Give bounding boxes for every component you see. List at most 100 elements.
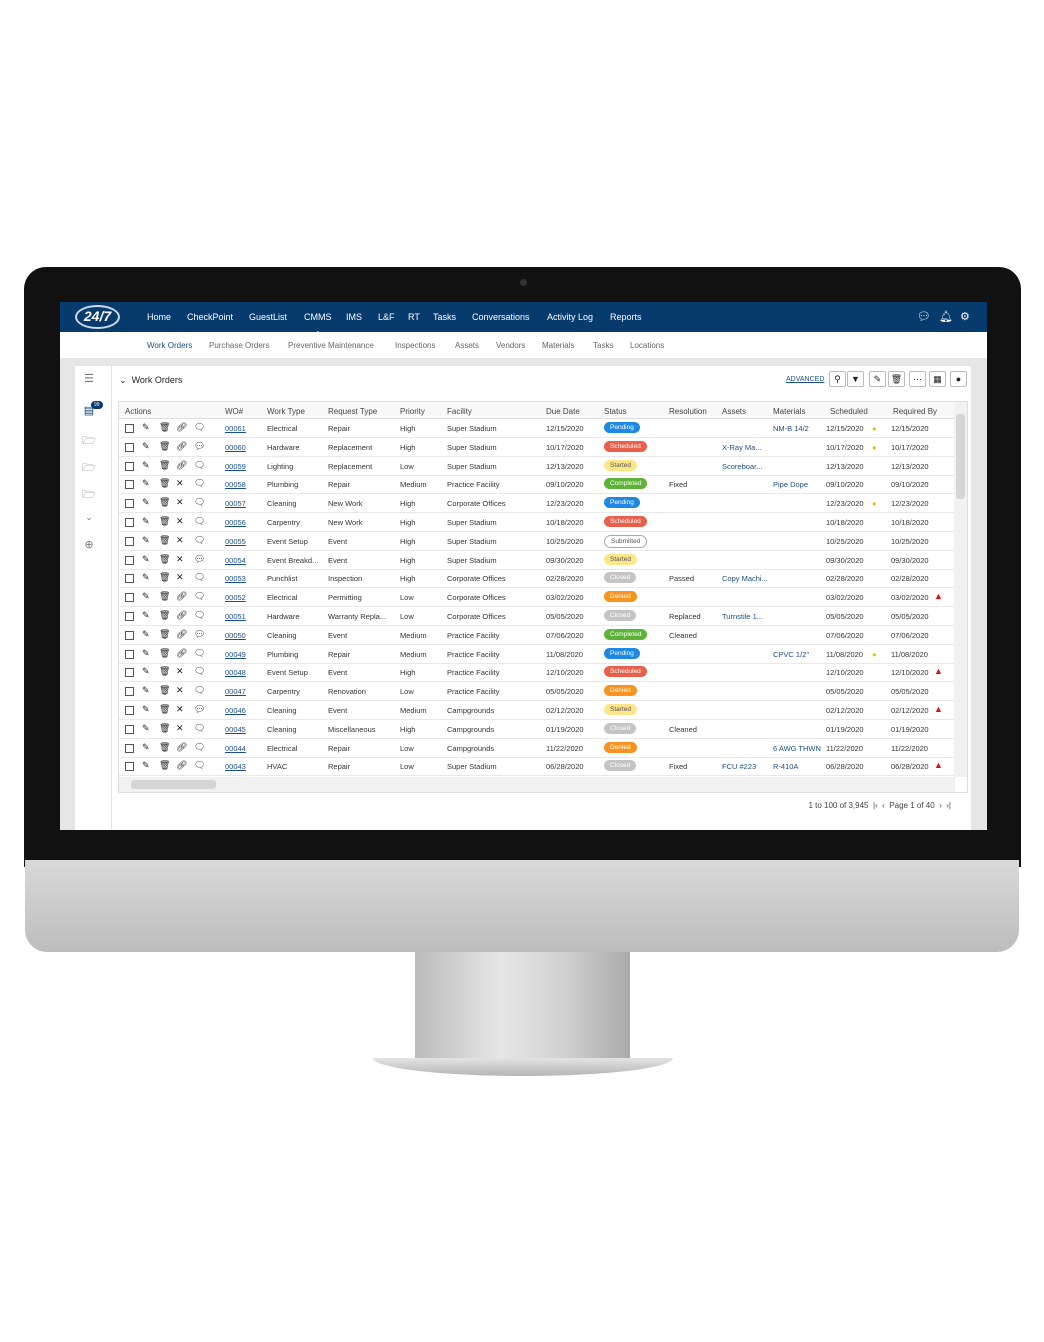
folder-icon[interactable]: 🗁︎	[75, 459, 103, 478]
row-checkbox[interactable]	[125, 574, 134, 584]
unlink-icon[interactable]: ✕	[176, 554, 184, 565]
wo-link[interactable]: 00055	[225, 537, 246, 546]
row-checkbox[interactable]	[125, 762, 134, 772]
unlink-icon[interactable]: ✕	[176, 535, 184, 546]
row-checkbox[interactable]	[125, 612, 134, 621]
edit-icon[interactable]: ✎	[142, 666, 150, 677]
subnav-materials[interactable]: Materials	[542, 341, 574, 350]
subnav-vendors[interactable]: Vendors	[496, 341, 525, 350]
column-header[interactable]: Resolution	[669, 407, 707, 416]
asset-link[interactable]: FCU #223	[722, 762, 756, 771]
wo-link[interactable]: 00045	[225, 725, 246, 734]
advanced-link[interactable]: ADVANCED	[786, 376, 824, 383]
row-checkbox[interactable]	[125, 687, 134, 697]
edit-icon[interactable]: ✎	[142, 610, 150, 621]
add-circle-icon[interactable]: ⊕	[75, 538, 103, 551]
wo-link[interactable]: 00050	[225, 631, 246, 640]
material-link[interactable]: 6 AWG THWN	[773, 744, 821, 753]
menu-icon[interactable]: ☰	[75, 372, 103, 385]
subnav-preventive-maintenance[interactable]: Preventive Maintenance	[288, 341, 374, 350]
trash-icon[interactable]: 🗑︎	[159, 535, 170, 546]
comment-icon[interactable]: 🗨︎	[194, 723, 205, 734]
column-header[interactable]: Priority	[400, 407, 425, 416]
wo-link[interactable]: 00061	[225, 424, 246, 433]
column-header[interactable]: Status	[604, 407, 627, 416]
wo-link[interactable]: 00048	[225, 668, 246, 677]
comment-filled-icon[interactable]: 💬︎	[194, 441, 205, 452]
trash-icon[interactable]: 🗑︎	[159, 723, 170, 734]
nav-activity-log[interactable]: Activity Log	[547, 312, 593, 322]
subnav-tasks[interactable]: Tasks	[593, 341, 613, 350]
wo-link[interactable]: 00052	[225, 593, 246, 602]
row-checkbox[interactable]	[125, 555, 134, 565]
wo-link[interactable]: 00046	[225, 706, 246, 715]
column-header[interactable]: Assets	[722, 407, 746, 416]
edit-icon[interactable]: ✎	[142, 460, 150, 471]
trash-icon[interactable]: 🗑︎	[159, 610, 170, 621]
wo-link[interactable]: 00051	[225, 612, 246, 621]
trash-icon[interactable]: 🗑︎	[159, 704, 170, 715]
trash-icon[interactable]: 🗑︎	[159, 666, 170, 677]
wo-link[interactable]: 00060	[225, 443, 246, 452]
trash-icon[interactable]: 🗑︎	[159, 591, 170, 602]
edit-icon[interactable]: ✎	[142, 685, 150, 696]
chat-icon[interactable]: 💬︎	[917, 310, 931, 323]
edit-icon[interactable]: ✎	[142, 516, 150, 527]
material-link[interactable]: CPVC 1/2"	[773, 650, 809, 659]
calendar-icon[interactable]: ▦	[929, 371, 946, 387]
trash-icon[interactable]: 🗑︎	[159, 629, 170, 640]
trash-icon[interactable]: 🗑︎	[159, 760, 170, 771]
wo-link[interactable]: 00056	[225, 518, 246, 527]
chevron-down-icon[interactable]: ⌄	[75, 512, 103, 523]
column-header[interactable]: Facility	[447, 407, 472, 416]
edit-icon[interactable]: ✎	[142, 648, 150, 659]
row-checkbox[interactable]	[125, 668, 134, 678]
asset-link[interactable]: X-Ray Ma...	[722, 443, 762, 452]
trash-icon[interactable]: 🗑︎	[159, 685, 170, 696]
edit-icon[interactable]: ✎	[142, 760, 150, 771]
asset-link[interactable]: Turnstile 1...	[722, 612, 763, 621]
comment-icon[interactable]: 🗨︎	[194, 516, 205, 527]
edit-icon[interactable]: ✎	[142, 497, 150, 508]
edit-icon[interactable]: ✎	[142, 591, 150, 602]
comment-icon[interactable]: 🗨︎	[194, 685, 205, 696]
row-checkbox[interactable]	[125, 518, 134, 527]
wo-link[interactable]: 00047	[225, 687, 246, 696]
comment-icon[interactable]: 🗨︎	[194, 478, 205, 489]
search-icon[interactable]: ⚲	[829, 371, 846, 387]
link-icon[interactable]: 🔗︎	[176, 742, 187, 753]
nav-checkpoint[interactable]: CheckPoint	[187, 312, 233, 322]
gear-icon[interactable]: ⚙	[960, 310, 970, 323]
column-header[interactable]: Materials	[773, 407, 805, 416]
edit-icon[interactable]: ✎	[142, 723, 150, 734]
nav-ims[interactable]: IMS	[346, 312, 362, 322]
wo-link[interactable]: 00044	[225, 744, 246, 753]
comment-icon[interactable]: 🗨︎	[194, 460, 205, 471]
horizontal-scrollbar[interactable]	[119, 777, 955, 792]
row-checkbox[interactable]	[125, 649, 134, 659]
vertical-scrollbar[interactable]	[954, 402, 967, 777]
wo-link[interactable]: 00058	[225, 480, 246, 489]
subnav-assets[interactable]: Assets	[455, 341, 479, 350]
column-header[interactable]: Request Type	[328, 407, 377, 416]
edit-icon[interactable]: ✎	[142, 554, 150, 565]
row-checkbox[interactable]	[125, 480, 134, 490]
unlink-icon[interactable]: ✕	[176, 497, 184, 508]
trash-icon[interactable]: 🗑︎	[159, 441, 170, 452]
filter-icon[interactable]: ▼	[847, 371, 864, 387]
edit-icon[interactable]: ✎	[142, 478, 150, 489]
material-link[interactable]: R-410A	[773, 762, 798, 771]
trash-icon[interactable]: 🗑︎	[159, 478, 170, 489]
comment-icon[interactable]: 🗨︎	[194, 666, 205, 677]
unlink-icon[interactable]: ✕	[176, 685, 184, 696]
wo-link[interactable]: 00054	[225, 556, 246, 565]
unlink-icon[interactable]: ✕	[176, 478, 184, 489]
column-header[interactable]: Work Type	[267, 407, 305, 416]
comment-icon[interactable]: 🗨︎	[194, 760, 205, 771]
row-checkbox[interactable]	[125, 442, 134, 452]
trash-icon[interactable]: 🗑︎	[159, 572, 170, 583]
trash-icon[interactable]: 🗑︎	[159, 497, 170, 508]
row-checkbox[interactable]	[125, 593, 134, 603]
nav-tasks[interactable]: Tasks	[433, 312, 456, 322]
nav-conversations[interactable]: Conversations	[472, 312, 530, 322]
